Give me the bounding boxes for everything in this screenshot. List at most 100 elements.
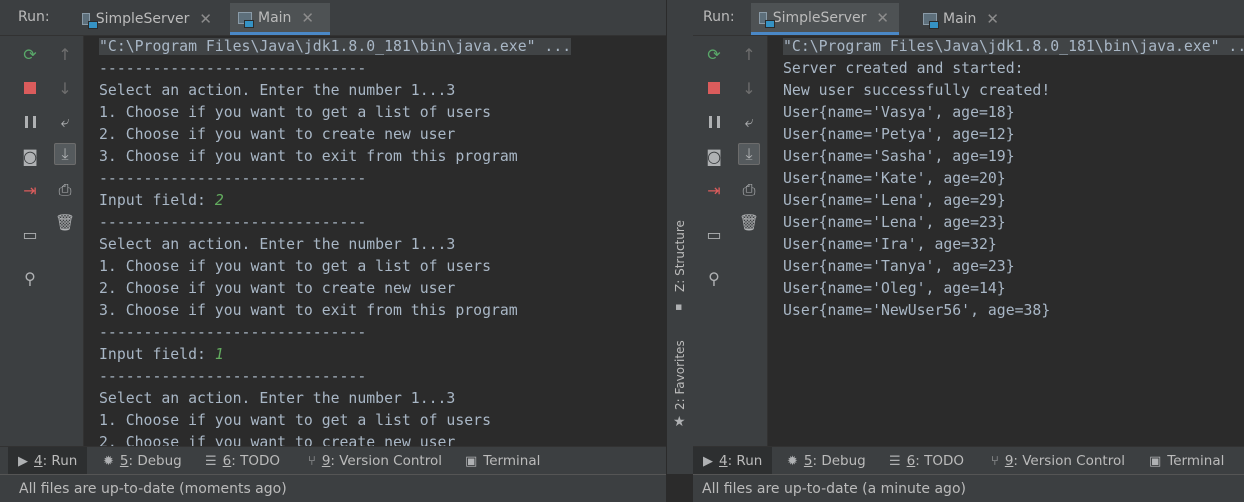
console-line: User{name='Lena', age=29} (783, 192, 1006, 209)
rerun-icon[interactable]: ⟳ (9, 41, 51, 67)
tool-window-bar: ▶ 4: Run ✹ 5: Debug ☰ 6: TODO ⑂ 9: Version C… (0, 446, 666, 475)
console-line: User{name='Lena', age=23} (783, 214, 1006, 231)
tool-tab-run[interactable]: ▶ 4: Run (693, 447, 773, 475)
console-line: ------------------------------ (99, 60, 367, 77)
trash-icon[interactable]: 🗑 (47, 209, 83, 235)
structure-icon: ▪ (675, 300, 683, 313)
close-icon[interactable]: ✕ (876, 9, 889, 27)
trash-icon[interactable]: 🗑 (731, 209, 767, 235)
right-run-panel: Run: SimpleServer ✕ Main ✕ ⟳ ◙ ⇥ ▭ ⚲ ↑ ↓… (693, 0, 1244, 502)
left-side-strip (0, 36, 9, 446)
console-icon (238, 11, 254, 28)
soft-wrap-icon[interactable]: ⤶ (47, 109, 83, 135)
structure-tool-button[interactable]: Z: Structure (673, 220, 687, 292)
run-toolbar-primary: ⟳ ◙ ⇥ ▭ ⚲ (9, 36, 51, 446)
console-output[interactable]: "C:\Program Files\Java\jdk1.8.0_181\bin\… (84, 36, 666, 446)
tool-tab-debug[interactable]: ✹ 5: Debug (787, 447, 866, 475)
pin-icon[interactable]: ⚲ (9, 265, 51, 291)
exit-icon[interactable]: ⇥ (9, 177, 51, 203)
user-input: 1 (214, 346, 224, 363)
down-arrow-icon[interactable]: ↓ (47, 75, 83, 101)
tab-label: SimpleServer (95, 11, 190, 27)
run-tab-bar: Run: SimpleServer ✕ Main ✕ (693, 0, 1244, 36)
run-toolbar-secondary: ↑ ↓ ⤶ ⤓ ⎙ 🗑 (47, 36, 84, 446)
status-bar: All files are up-to-date (a minute ago) (693, 474, 1244, 502)
console-line: "C:\Program Files\Java\jdk1.8.0_181\bin\… (99, 38, 572, 55)
console-line: ------------------------------ (99, 214, 367, 231)
console-line: User{name='Oleg', age=14} (783, 280, 1006, 297)
exit-icon[interactable]: ⇥ (693, 177, 735, 203)
tab-simpleserver[interactable]: SimpleServer ✕ (751, 3, 899, 35)
pause-icon[interactable] (9, 109, 51, 135)
version-control-icon: ⑂ (991, 453, 999, 469)
scroll-to-end-icon[interactable]: ⤓ (47, 141, 83, 167)
layout-icon[interactable]: ▭ (9, 221, 51, 247)
stop-icon[interactable] (693, 75, 735, 101)
tool-tab-debug[interactable]: ✹ 5: Debug (103, 447, 182, 475)
tab-label: Main (943, 11, 977, 27)
run-icon: ▶ (703, 453, 713, 469)
tab-label: Main (258, 9, 292, 26)
run-toolbar-secondary: ↑ ↓ ⤶ ⤓ ⎙ 🗑 (731, 36, 768, 446)
run-label: Run: (18, 9, 50, 25)
tool-tab-version-control[interactable]: ⑂ 9: Version Control (308, 447, 442, 475)
tab-main[interactable]: Main ✕ (230, 3, 330, 35)
debug-icon: ✹ (787, 453, 798, 469)
print-icon[interactable]: ⎙ (47, 177, 83, 203)
soft-wrap-icon[interactable]: ⤶ (731, 109, 767, 135)
run-icon: ▶ (18, 453, 28, 469)
up-arrow-icon[interactable]: ↑ (731, 41, 767, 67)
rerun-icon[interactable]: ⟳ (693, 41, 735, 67)
debug-icon: ✹ (103, 453, 114, 469)
close-icon[interactable]: ✕ (986, 10, 999, 28)
tool-tab-terminal[interactable]: ▣ Terminal (465, 447, 540, 475)
tab-simpleserver[interactable]: SimpleServer ✕ (74, 3, 222, 35)
close-icon[interactable]: ✕ (301, 9, 314, 27)
run-toolbar-primary: ⟳ ◙ ⇥ ▭ ⚲ (693, 36, 735, 446)
console-line: 2. Choose if you want to create new user (99, 126, 456, 143)
tool-tab-todo[interactable]: ☰ 6: TODO (889, 447, 964, 475)
tab-label: SimpleServer (772, 9, 867, 26)
console-line: 2. Choose if you want to create new user (99, 434, 456, 446)
camera-icon[interactable]: ◙ (693, 143, 735, 169)
layout-icon[interactable]: ▭ (693, 221, 735, 247)
console-line: 3. Choose if you want to exit from this … (99, 148, 518, 165)
up-arrow-icon[interactable]: ↑ (47, 41, 83, 67)
pause-icon[interactable] (693, 109, 735, 135)
console-line: User{name='Kate', age=20} (783, 170, 1006, 187)
scroll-to-end-icon[interactable]: ⤓ (731, 141, 767, 167)
console-line: 1. Choose if you want to get a list of u… (99, 258, 491, 275)
console-line: Input field: 2 (99, 192, 224, 209)
tool-tab-terminal[interactable]: ▣ Terminal (1149, 447, 1224, 475)
console-icon (82, 13, 98, 29)
console-line: ------------------------------ (99, 324, 367, 341)
tab-main[interactable]: Main ✕ (915, 3, 1015, 35)
console-line: User{name='NewUser56', age=38} (783, 302, 1051, 319)
run-tab-bar: Run: SimpleServer ✕ Main ✕ (0, 0, 666, 36)
console-line: 1. Choose if you want to get a list of u… (99, 412, 491, 429)
tool-tab-version-control[interactable]: ⑂ 9: Version Control (991, 447, 1125, 475)
console-line: Select an action. Enter the number 1...3 (99, 390, 456, 407)
console-line: 1. Choose if you want to get a list of u… (99, 104, 491, 121)
user-input: 2 (214, 192, 224, 209)
console-line: ------------------------------ (99, 368, 367, 385)
tool-tab-todo[interactable]: ☰ 6: TODO (205, 447, 280, 475)
close-icon[interactable]: ✕ (199, 10, 212, 28)
favorites-tool-button[interactable]: 2: Favorites (673, 340, 687, 410)
console-line: User{name='Petya', age=12} (783, 126, 1015, 143)
camera-icon[interactable]: ◙ (9, 143, 51, 169)
console-line: New user successfully created! (783, 82, 1051, 99)
console-line: 3. Choose if you want to exit from this … (99, 302, 518, 319)
tool-tab-run[interactable]: ▶ 4: Run (8, 447, 88, 475)
stop-icon[interactable] (9, 75, 51, 101)
console-line: 2. Choose if you want to create new user (99, 280, 456, 297)
print-icon[interactable]: ⎙ (731, 177, 767, 203)
console-line: User{name='Vasya', age=18} (783, 104, 1015, 121)
pin-icon[interactable]: ⚲ (693, 265, 735, 291)
console-line: Select an action. Enter the number 1...3 (99, 236, 456, 253)
console-output[interactable]: "C:\Program Files\Java\jdk1.8.0_181\bin\… (768, 36, 1244, 446)
console-line: "C:\Program Files\Java\jdk1.8.0_181\bin\… (783, 36, 1244, 58)
down-arrow-icon[interactable]: ↓ (731, 75, 767, 101)
todo-icon: ☰ (205, 453, 217, 469)
status-text: All files are up-to-date (a minute ago) (702, 481, 966, 497)
